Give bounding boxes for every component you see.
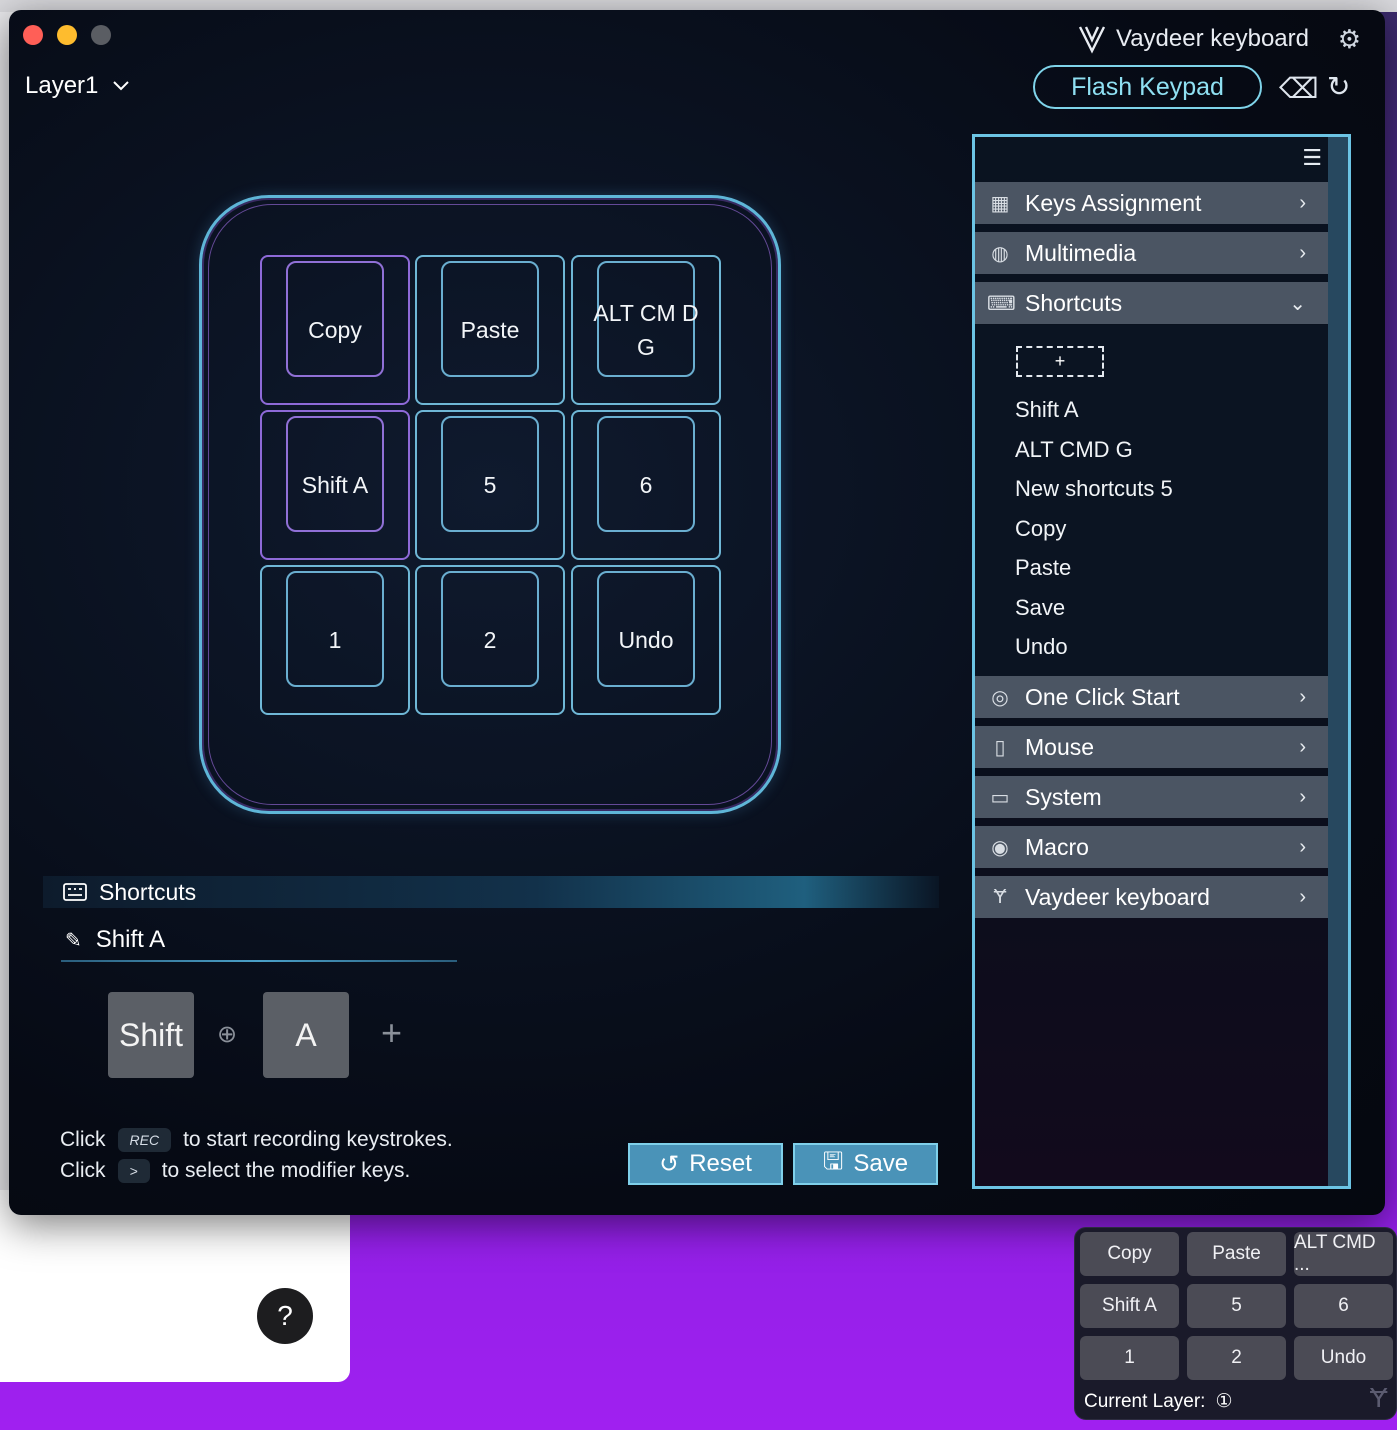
- menu-keys-assignment[interactable]: ▦ Keys Assignment ›: [975, 182, 1328, 224]
- keypad-key-8[interactable]: 2: [415, 565, 565, 715]
- mini-key[interactable]: ALT CMD ...: [1294, 1232, 1393, 1276]
- chevron-down-icon: ⌄: [1289, 292, 1306, 315]
- brand-name: Vaydeer keyboard: [1115, 25, 1309, 52]
- chevron-right-icon: ›: [1299, 785, 1306, 808]
- keypad-key-3[interactable]: ALT CM D G: [571, 255, 721, 405]
- menu-mouse[interactable]: ▯ Mouse ›: [975, 726, 1328, 768]
- keyboard-icon: ⌨: [987, 292, 1016, 315]
- keycap-shift[interactable]: Shift: [108, 992, 194, 1078]
- menu-one-click-start[interactable]: ◎ One Click Start ›: [975, 676, 1328, 718]
- shortcuts-list: + Shift A ALT CMD G New shortcuts 5 Copy…: [975, 325, 1328, 689]
- mini-key[interactable]: 6: [1294, 1284, 1393, 1328]
- modifier-chip[interactable]: >: [117, 1159, 150, 1183]
- layer-dropdown[interactable]: Layer1: [25, 72, 130, 100]
- chevron-right-icon: ›: [1299, 191, 1306, 214]
- vaydeer-logo-icon: Ɏ: [1369, 1382, 1388, 1413]
- mini-key[interactable]: Undo: [1294, 1336, 1393, 1380]
- add-shortcut-button[interactable]: +: [1016, 346, 1104, 377]
- plus-circle-icon: ⊕: [217, 1021, 238, 1048]
- monitor-icon: ▭: [990, 786, 1010, 809]
- editor-header: Shortcuts: [43, 876, 939, 908]
- mini-key[interactable]: Paste: [1187, 1232, 1286, 1276]
- hint-modifier: Click > to select the modifier keys.: [60, 1159, 411, 1183]
- eraser-icon[interactable]: ⌫: [1279, 72, 1319, 105]
- mini-key[interactable]: Copy: [1080, 1232, 1179, 1276]
- app-window: Vaydeer keyboard ⚙ Layer1 Flash Keypad ⌫…: [9, 10, 1385, 1215]
- keypad-key-6[interactable]: 6: [571, 410, 721, 560]
- chevron-right-icon: ›: [1299, 835, 1306, 858]
- mini-key[interactable]: 2: [1187, 1336, 1286, 1380]
- mini-key[interactable]: 1: [1080, 1336, 1179, 1380]
- filter-icon[interactable]: ☰: [1302, 145, 1322, 171]
- shortcut-item[interactable]: Save: [1015, 595, 1065, 621]
- multimedia-icon: ◍: [991, 242, 1009, 265]
- menu-shortcuts[interactable]: ⌨ Shortcuts ⌄: [975, 282, 1328, 324]
- shortcut-item[interactable]: ALT CMD G: [1015, 437, 1133, 463]
- shortcut-item[interactable]: Shift A: [1015, 397, 1079, 423]
- chevron-down-icon: [113, 81, 130, 91]
- chevron-right-icon: ›: [1299, 241, 1306, 264]
- help-button[interactable]: ?: [257, 1288, 313, 1344]
- mini-keypad-widget: Copy Paste ALT CMD ... Shift A 5 6 1 2 U…: [1074, 1227, 1397, 1420]
- mouse-icon: ▯: [994, 736, 1006, 759]
- keypad-key-5[interactable]: 5: [415, 410, 565, 560]
- menu-multimedia[interactable]: ◍ Multimedia ›: [975, 232, 1328, 274]
- add-key-button[interactable]: +: [381, 1012, 402, 1054]
- mini-key[interactable]: 5: [1187, 1284, 1286, 1328]
- shortcut-item[interactable]: Undo: [1015, 634, 1068, 660]
- chevron-right-icon: ›: [1299, 685, 1306, 708]
- menu-macro[interactable]: ◉ Macro ›: [975, 826, 1328, 868]
- menu-system[interactable]: ▭ System ›: [975, 776, 1328, 818]
- close-window-button[interactable]: [23, 25, 43, 45]
- keypad-key-4[interactable]: Shift A: [260, 410, 410, 560]
- keypad-key-7[interactable]: 1: [260, 565, 410, 715]
- grid-icon: ▦: [990, 192, 1010, 215]
- layer-number: ①: [1215, 1391, 1233, 1412]
- mini-key[interactable]: Shift A: [1080, 1284, 1179, 1328]
- keypad-key-1[interactable]: Copy: [260, 255, 410, 405]
- keycap-a[interactable]: A: [263, 992, 349, 1078]
- keypad-key-9[interactable]: Undo: [571, 565, 721, 715]
- gear-icon[interactable]: ⚙: [1338, 24, 1361, 55]
- zoom-window-button[interactable]: [91, 25, 111, 45]
- macro-icon: ◉: [991, 836, 1009, 859]
- keypad-key-2[interactable]: Paste: [415, 255, 565, 405]
- shortcut-item[interactable]: Paste: [1015, 555, 1071, 581]
- chevron-right-icon: ›: [1299, 735, 1306, 758]
- rec-chip[interactable]: REC: [117, 1128, 172, 1152]
- shortcut-name: Shift A: [95, 926, 166, 953]
- layer-label: Layer1: [25, 72, 99, 99]
- hint-record: Click REC to start recording keystrokes.: [60, 1128, 453, 1152]
- shortcut-name-field[interactable]: ✎ Shift A: [65, 926, 165, 954]
- vaydeer-logo-icon: [1078, 26, 1106, 54]
- panel-scrollbar[interactable]: [1328, 137, 1348, 1186]
- menu-vaydeer-keyboard[interactable]: Ɏ Vaydeer keyboard ›: [975, 876, 1328, 918]
- keyboard-icon: [63, 883, 87, 901]
- brand: Vaydeer keyboard: [1078, 24, 1309, 54]
- flash-keypad-button[interactable]: Flash Keypad: [1033, 65, 1262, 109]
- pencil-icon: ✎: [65, 929, 82, 952]
- reset-icon: ↺: [659, 1150, 680, 1178]
- minimize-window-button[interactable]: [57, 25, 77, 45]
- save-button[interactable]: 🖫 Save: [793, 1143, 938, 1185]
- function-panel: ☰ ▦ Keys Assignment › ◍ Multimedia › ⌨ S…: [972, 134, 1351, 1189]
- click-icon: ◎: [991, 686, 1009, 709]
- chevron-right-icon: ›: [1299, 885, 1306, 908]
- current-layer: Current Layer: ①: [1084, 1390, 1233, 1413]
- reset-button[interactable]: ↺ Reset: [628, 1143, 783, 1185]
- background-white-panel: [0, 1190, 350, 1382]
- editor-header-label: Shortcuts: [99, 878, 197, 905]
- refresh-icon[interactable]: ↻: [1327, 70, 1350, 103]
- save-icon: 🖫: [822, 1147, 844, 1175]
- shortcut-name-underline: [61, 960, 457, 962]
- vaydeer-logo-icon: Ɏ: [993, 885, 1007, 908]
- shortcut-item[interactable]: New shortcuts 5: [1015, 476, 1173, 502]
- shortcut-item[interactable]: Copy: [1015, 516, 1066, 542]
